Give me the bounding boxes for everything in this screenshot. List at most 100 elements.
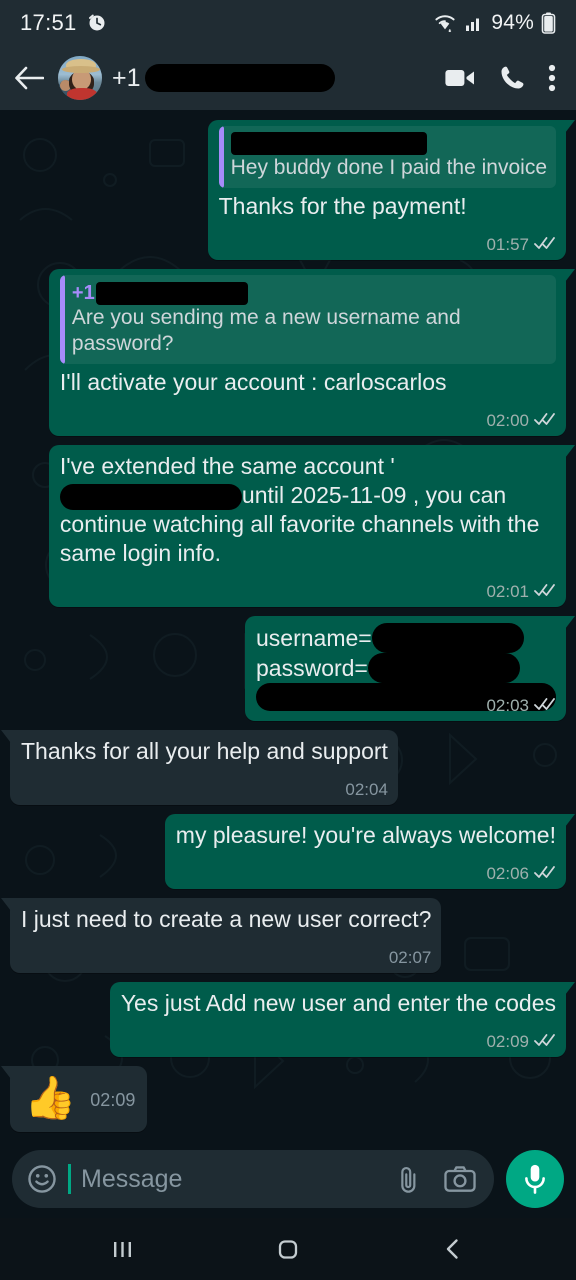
android-back-icon[interactable]: [413, 1218, 493, 1280]
credential-label: password=: [256, 655, 368, 681]
quoted-reply-author: [230, 132, 547, 155]
quoted-reply[interactable]: +1 Are you sending me a new username and…: [59, 275, 556, 364]
back-arrow-icon[interactable]: [10, 59, 48, 97]
avatar[interactable]: [58, 56, 102, 100]
message-row[interactable]: +1 Are you sending me a new username and…: [10, 269, 576, 436]
recent-apps-icon[interactable]: [83, 1218, 163, 1280]
message-text: Yes just Add new user and enter the code…: [120, 990, 556, 1016]
quoted-reply-text: Are you sending me a new username and pa…: [71, 306, 461, 355]
quoted-reply[interactable]: Hey buddy done I paid the invoice: [218, 126, 556, 188]
message-bubble-outgoing[interactable]: Yes just Add new user and enter the code…: [109, 982, 576, 1057]
double-check-icon: [534, 577, 556, 606]
username-redaction: [371, 623, 524, 653]
paperclip-icon[interactable]: [394, 1164, 422, 1194]
message-time: 01:57: [486, 235, 529, 254]
whatsapp-chat-screen: 17:51 94% +1 Hey buddy done I paid the i…: [0, 0, 576, 1280]
message-text: I just need to create a new user correct…: [21, 906, 432, 932]
double-check-icon: [534, 859, 556, 888]
message-bubble-incoming-emoji[interactable]: 👍 02:09: [0, 1066, 148, 1132]
double-check-icon: [534, 691, 556, 720]
message-time: 02:09: [90, 1090, 136, 1110]
password-redaction: [367, 653, 520, 683]
message-time: 02:03: [486, 696, 529, 715]
message-text: I'll activate your account : carloscarlo…: [59, 369, 447, 395]
credential-line: password=: [256, 653, 556, 683]
contact-name[interactable]: +1: [112, 64, 434, 93]
microphone-icon: [521, 1163, 549, 1195]
message-row[interactable]: username= password= 02:03: [10, 616, 575, 721]
message-meta: 02:03: [486, 691, 556, 720]
overflow-menu-icon[interactable]: [548, 63, 556, 93]
chat-header: +1: [0, 46, 576, 110]
quoted-author-prefix: +1: [71, 282, 95, 304]
camera-icon[interactable]: [444, 1165, 476, 1193]
message-meta: 02:00: [74, 406, 556, 435]
message-row[interactable]: I just need to create a new user correct…: [0, 898, 566, 973]
android-navigation-bar: [0, 1218, 576, 1280]
message-bubble-outgoing[interactable]: my pleasure! you're always welcome! 02:0…: [164, 814, 576, 889]
message-meta: 02:09: [486, 1027, 556, 1056]
message-composer: Message: [0, 1140, 576, 1218]
quoted-reply-text: Hey buddy done I paid the invoice: [230, 156, 547, 179]
thumbs-up-emoji: 👍: [24, 1074, 77, 1121]
message-bubble-incoming[interactable]: I just need to create a new user correct…: [0, 898, 442, 973]
status-bar-left: 17:51: [20, 10, 107, 36]
quoted-reply-author: +1: [72, 281, 547, 305]
credential-label: username=: [256, 625, 372, 651]
video-camera-icon[interactable]: [444, 66, 476, 90]
double-check-icon: [534, 230, 556, 259]
composer-icons: [394, 1164, 478, 1194]
message-text: I've extended the same account 'until 20…: [59, 452, 556, 568]
message-meta: 02:01: [486, 577, 556, 606]
home-icon[interactable]: [248, 1218, 328, 1280]
message-meta: 02:04: [35, 775, 388, 804]
message-input-container[interactable]: Message: [12, 1150, 494, 1208]
message-meta: 02:07: [35, 943, 432, 972]
status-bar: 17:51 94%: [0, 0, 576, 46]
message-meta: 01:57: [486, 230, 556, 259]
message-list[interactable]: Hey buddy done I paid the invoice Thanks…: [0, 110, 576, 1140]
message-bubble-outgoing[interactable]: username= password= 02:03: [245, 616, 575, 721]
cellular-signal-icon: [464, 13, 484, 33]
credential-line: username=: [256, 623, 556, 653]
message-meta: 02:09: [90, 1076, 135, 1124]
contact-name-prefix: +1: [112, 63, 141, 92]
double-check-icon: [534, 406, 556, 435]
wifi-icon: [433, 13, 457, 33]
quoted-author-redaction: [95, 281, 248, 305]
message-time: 02:00: [486, 411, 529, 430]
battery-icon: [541, 12, 556, 34]
message-text: Thanks for the payment!: [218, 193, 467, 219]
message-row[interactable]: Thanks for all your help and support 02:…: [1, 730, 566, 805]
message-bubble-outgoing[interactable]: I've extended the same account 'until 20…: [48, 445, 576, 607]
message-row[interactable]: Yes just Add new user and enter the code…: [10, 982, 576, 1057]
status-bar-right: 94%: [433, 11, 556, 35]
message-bubble-outgoing[interactable]: Hey buddy done I paid the invoice Thanks…: [207, 120, 576, 260]
double-check-icon: [534, 1027, 556, 1056]
message-time: 02:07: [388, 948, 432, 967]
message-bubble-incoming[interactable]: Thanks for all your help and support 02:…: [1, 730, 398, 805]
emoji-smiley-icon[interactable]: [26, 1163, 58, 1195]
battery-percentage: 94%: [491, 11, 534, 34]
message-row[interactable]: 👍 02:09: [0, 1066, 566, 1132]
message-time: 02:06: [486, 864, 529, 883]
voice-record-button[interactable]: [506, 1150, 564, 1208]
alarm-clock-icon: [87, 13, 107, 33]
phone-icon[interactable]: [498, 64, 526, 92]
message-row[interactable]: Hey buddy done I paid the invoice Thanks…: [10, 120, 576, 260]
contact-number-redaction: [144, 64, 335, 92]
header-actions: [444, 63, 562, 93]
message-time: 02:09: [486, 1032, 529, 1051]
quoted-author-redaction: [230, 132, 427, 155]
message-text: Thanks for all your help and support: [21, 738, 388, 764]
message-bubble-outgoing[interactable]: +1 Are you sending me a new username and…: [48, 269, 576, 436]
message-row[interactable]: my pleasure! you're always welcome! 02:0…: [10, 814, 576, 889]
message-text-part: I've extended the same account ': [59, 453, 395, 479]
status-bar-clock: 17:51: [20, 10, 77, 35]
text-cursor: [68, 1164, 71, 1194]
message-text: my pleasure! you're always welcome!: [175, 822, 556, 848]
message-time: 02:01: [486, 582, 529, 601]
message-time: 02:04: [345, 780, 388, 799]
message-input[interactable]: Message: [81, 1165, 384, 1194]
message-row[interactable]: I've extended the same account 'until 20…: [10, 445, 576, 607]
